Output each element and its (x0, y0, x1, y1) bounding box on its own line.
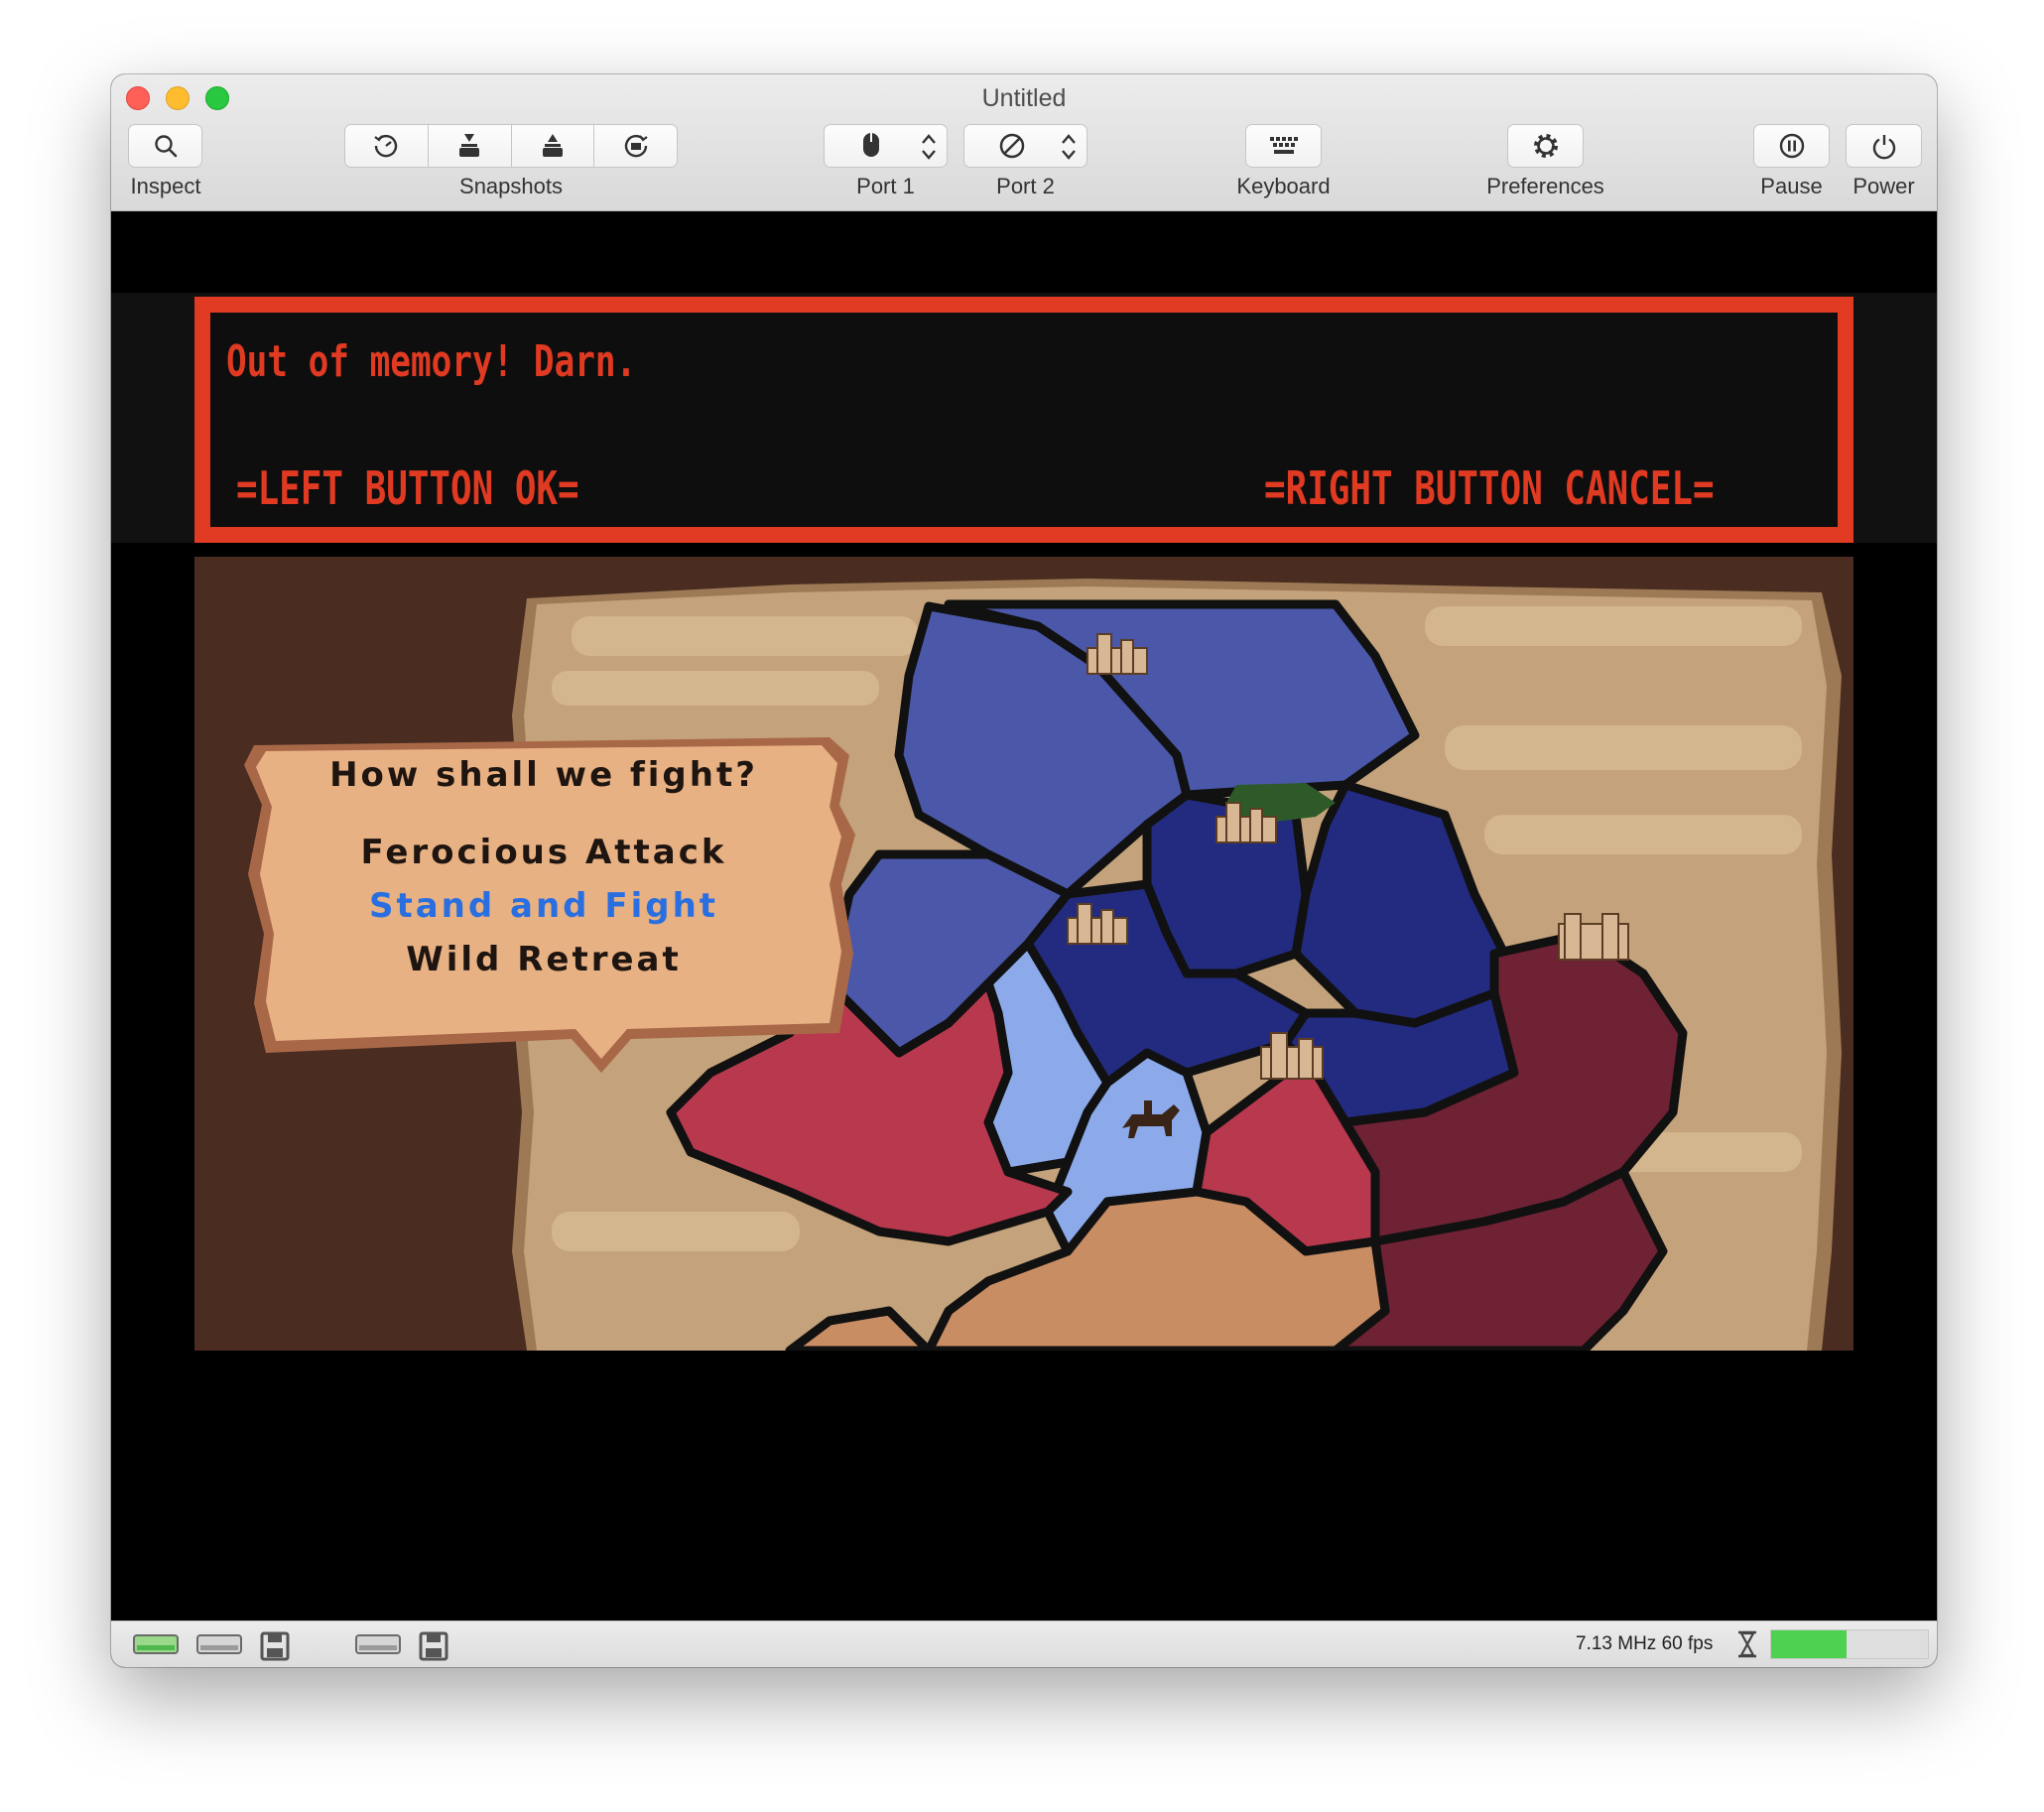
drive-2-icon[interactable] (355, 1631, 401, 1662)
stack-down-icon (459, 134, 480, 157)
cancel-prompt[interactable]: =RIGHT BUTTON CANCEL= (1264, 461, 1715, 515)
chevron-updown-icon (922, 134, 936, 160)
floppy-disk-2-icon[interactable] (419, 1631, 448, 1666)
port2-popup[interactable] (963, 124, 1087, 168)
speed-gauge (1770, 1629, 1929, 1659)
inspect-button[interactable] (128, 124, 202, 168)
keyboard-label: Keyboard (1236, 174, 1331, 198)
gear-icon (1533, 134, 1558, 158)
hourglass-icon[interactable] (1736, 1630, 1758, 1663)
toolbar: Untitled Inspect Snapshots Port 1 Port 2… (111, 74, 1937, 211)
power-button[interactable] (1846, 124, 1922, 168)
campaign-map-scene: How shall we fight? Ferocious Attack Sta… (194, 557, 1853, 1356)
pause-label: Pause (1760, 174, 1823, 198)
alert-dialog[interactable]: Out of memory! Darn. =LEFT BUTTON OK= =R… (194, 297, 1853, 543)
keyboard-icon (1269, 137, 1298, 154)
drive-led-active-icon[interactable] (133, 1631, 179, 1662)
inspect-label: Inspect (130, 174, 201, 198)
speed-readout: 7.13 MHz 60 fps (1576, 1633, 1714, 1654)
battle-option-retreat[interactable]: Wild Retreat (234, 940, 853, 979)
pause-button[interactable] (1753, 124, 1830, 168)
keyboard-button[interactable] (1245, 124, 1322, 168)
port1-label: Port 1 (856, 174, 915, 198)
battle-option-stand-selected[interactable]: Stand and Fight (234, 886, 853, 926)
snapshot-rewind-button[interactable] (345, 125, 429, 167)
preferences-label: Preferences (1486, 174, 1604, 198)
snapshots-control[interactable] (344, 124, 678, 168)
stack-up-icon (542, 134, 563, 157)
power-label: Power (1852, 174, 1915, 198)
power-icon (1872, 135, 1895, 160)
status-bar: 7.13 MHz 60 fps (111, 1620, 1937, 1667)
mouse-icon (863, 133, 879, 157)
drive-icon[interactable] (196, 1631, 242, 1662)
emulator-screen[interactable]: Out of memory! Darn. =LEFT BUTTON OK= =R… (111, 211, 1937, 1620)
snapshots-label: Snapshots (459, 174, 563, 198)
magnifier-icon (154, 135, 177, 158)
ok-prompt[interactable]: =LEFT BUTTON OK= (236, 461, 579, 515)
none-icon (999, 133, 1025, 159)
port1-popup[interactable] (824, 124, 948, 168)
chevron-updown-icon (1062, 134, 1076, 160)
speed-gauge-fill (1771, 1630, 1847, 1658)
battle-option-ferocious[interactable]: Ferocious Attack (234, 833, 853, 872)
clock-browse-icon (624, 134, 648, 158)
pause-icon (1779, 133, 1804, 159)
floppy-disk-icon[interactable] (260, 1631, 290, 1666)
emulator-window: Untitled Inspect Snapshots Port 1 Port 2… (111, 74, 1937, 1667)
preferences-button[interactable] (1507, 124, 1584, 168)
battle-menu-title: How shall we fight? (329, 755, 758, 795)
port2-label: Port 2 (996, 174, 1055, 198)
snapshot-browse-button[interactable] (594, 125, 677, 167)
clock-rewind-icon (374, 134, 398, 158)
alert-message: Out of memory! Darn. (226, 336, 637, 387)
snapshot-restore-button[interactable] (512, 125, 595, 167)
snapshot-take-button[interactable] (429, 125, 512, 167)
window-title: Untitled (981, 84, 1067, 112)
